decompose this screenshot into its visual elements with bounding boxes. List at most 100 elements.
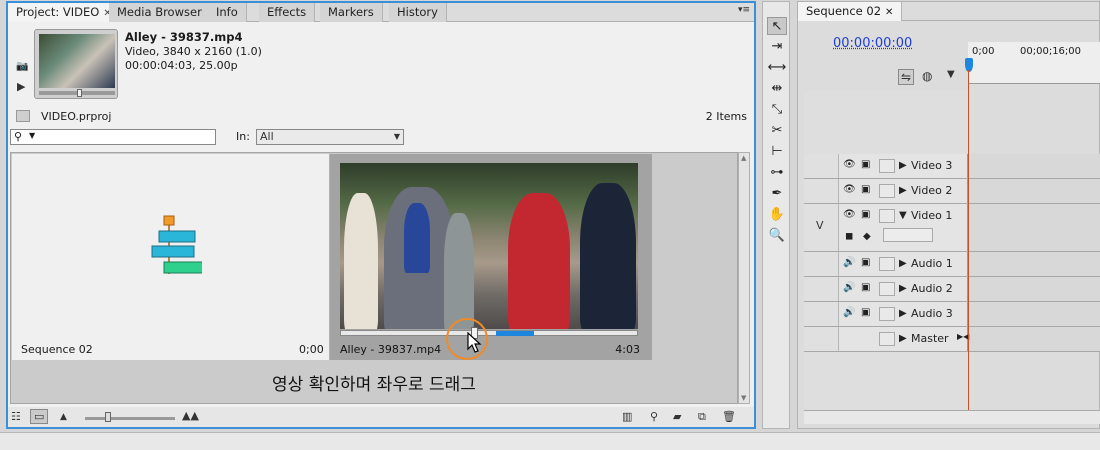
eye-icon[interactable]: 👁 <box>843 159 856 170</box>
speaker-icon[interactable]: 🔊 <box>843 307 855 318</box>
find-icon[interactable]: ⚲ <box>650 410 658 423</box>
zoom-in-icon[interactable]: ▲▲ <box>182 409 199 422</box>
track-lock-box[interactable] <box>879 209 895 223</box>
hand-tool-icon[interactable]: ✋ <box>767 206 787 224</box>
eye-icon[interactable]: 👁 <box>843 209 856 220</box>
search-input[interactable]: ⚲ ▼ <box>10 129 216 145</box>
track-lock-area[interactable] <box>804 277 838 301</box>
expand-icon[interactable]: ▶ <box>899 185 907 196</box>
track-lock-area[interactable] <box>804 154 838 178</box>
sync-lock-icon[interactable]: ▣ <box>861 282 870 293</box>
bin-item-clip[interactable]: Alley - 39837.mp4 4:03 <box>330 154 652 360</box>
automate-to-sequence-icon[interactable]: ▥ <box>622 410 632 423</box>
ripple-edit-tool-icon[interactable]: ⟷ <box>767 59 787 77</box>
poster-frame-icon[interactable]: 📷 <box>16 61 28 72</box>
track-header: 👁 ▣ ▼ Video 1 ◼ ◆ <box>838 204 968 251</box>
track-lock-box[interactable] <box>879 282 895 296</box>
track-lock-area[interactable]: V <box>804 204 838 251</box>
preview-scrub-handle[interactable] <box>77 89 82 97</box>
zoom-slider-track[interactable] <box>85 417 175 420</box>
track-lock-area[interactable] <box>804 302 838 326</box>
marker-icon[interactable]: ▼ <box>947 69 955 80</box>
tab-history[interactable]: History <box>389 3 447 22</box>
speaker-icon[interactable]: 🔊 <box>843 257 855 268</box>
bin-scrollbar[interactable]: ▲ ▼ <box>738 152 750 404</box>
person-shape <box>404 203 430 273</box>
rolling-edit-tool-icon[interactable]: ⇹ <box>767 80 787 98</box>
slide-tool-icon[interactable]: ⊶ <box>767 164 787 182</box>
track-lock-box[interactable] <box>879 159 895 173</box>
clip-thumbnail <box>340 163 638 329</box>
zoom-slider-handle[interactable] <box>105 412 111 422</box>
selection-tool-icon[interactable]: ↖ <box>767 17 787 35</box>
speaker-icon[interactable]: 🔊 <box>843 282 855 293</box>
panel-menu-icon[interactable]: ▾≡ <box>738 5 750 15</box>
expand-icon[interactable]: ▶ <box>899 333 907 344</box>
expand-icon[interactable]: ▶ <box>899 308 907 319</box>
bin-item-name: Sequence 02 <box>21 343 93 356</box>
track-lock-area[interactable] <box>804 179 838 203</box>
zoom-out-icon[interactable]: ▲ <box>60 412 67 422</box>
new-item-icon[interactable]: ⧉ <box>698 410 706 424</box>
display-style-icon[interactable]: ◼ <box>845 231 853 242</box>
expand-icon[interactable]: ▶ <box>899 258 907 269</box>
icon-view-icon[interactable]: ▭ <box>30 409 49 424</box>
close-icon[interactable]: ✕ <box>885 7 893 18</box>
bin-item-sequence[interactable]: Sequence 02 0;00 <box>12 154 330 360</box>
snap-icon[interactable]: ⇋ <box>898 69 915 85</box>
tab-project[interactable]: Project: VIDEO ✕ <box>8 3 121 22</box>
tab-info[interactable]: Info <box>208 3 247 22</box>
slip-tool-icon[interactable]: ⊢ <box>767 143 787 161</box>
eye-icon[interactable]: 👁 <box>843 184 856 195</box>
track-lock-area <box>804 327 838 351</box>
status-bar <box>0 432 1100 450</box>
tab-sequence[interactable]: Sequence 02 ✕ <box>798 2 903 21</box>
playhead-handle[interactable] <box>965 58 973 72</box>
trash-icon[interactable]: 🗑 <box>722 410 736 423</box>
expand-icon[interactable]: ▶ <box>899 283 907 294</box>
preview-image <box>39 34 115 88</box>
timeline-scrollbar[interactable] <box>804 410 1100 424</box>
sync-lock-icon[interactable]: ▣ <box>861 184 870 195</box>
pen-tool-icon[interactable]: ✒ <box>767 185 787 203</box>
track-name: Master <box>911 332 949 345</box>
track-lock-area[interactable] <box>804 252 838 276</box>
keyframe-nav[interactable] <box>883 228 933 242</box>
in-filter-select[interactable]: All ▼ <box>256 129 404 145</box>
expand-icon[interactable]: ▶ <box>899 160 907 171</box>
tab-media-browser[interactable]: Media Browser <box>109 3 211 22</box>
rate-stretch-tool-icon[interactable]: ⤡ <box>767 101 787 119</box>
in-out-icon[interactable]: ◍ <box>922 69 932 83</box>
mouse-cursor-icon <box>467 332 482 353</box>
time-ruler[interactable]: 0;00 00;00;16;00 <box>968 42 1100 84</box>
razor-tool-icon[interactable]: ✂ <box>767 122 787 140</box>
scroll-up-icon[interactable]: ▲ <box>741 154 746 162</box>
keyframe-icon[interactable]: ◆ <box>863 231 871 242</box>
tab-markers[interactable]: Markers <box>320 3 383 22</box>
sync-lock-icon[interactable]: ▣ <box>861 209 870 220</box>
collapse-icon[interactable]: ▼ <box>899 210 907 221</box>
project-bottom-toolbar: ☷ ▭ ▲ ▲▲ ▥ ⚲ ▰ ⧉ 🗑 <box>8 407 754 427</box>
sync-lock-icon[interactable]: ▣ <box>861 307 870 318</box>
track-lock-box[interactable] <box>879 307 895 321</box>
bin-item-duration: 4:03 <box>615 343 640 356</box>
sync-lock-icon[interactable]: ▣ <box>861 257 870 268</box>
ruler-label: 00;00;16;00 <box>1020 46 1082 57</box>
list-view-icon[interactable]: ☷ <box>11 410 21 423</box>
track-select-tool-icon[interactable]: ⇥ <box>767 38 787 56</box>
source-target-label[interactable]: V <box>816 219 824 232</box>
track-lock-box[interactable] <box>879 332 895 346</box>
play-icon[interactable]: ▶ <box>17 80 25 93</box>
clip-scrub-track[interactable] <box>340 330 638 336</box>
scroll-down-icon[interactable]: ▼ <box>741 394 746 402</box>
track-lock-box[interactable] <box>879 184 895 198</box>
track-lock-box[interactable] <box>879 257 895 271</box>
sync-lock-icon[interactable]: ▣ <box>861 159 870 170</box>
preview-thumbnail[interactable] <box>34 29 118 99</box>
chevron-down-icon[interactable]: ▼ <box>29 131 35 140</box>
bin-icon[interactable] <box>16 110 30 122</box>
new-bin-icon[interactable]: ▰ <box>673 410 681 423</box>
playhead-timecode[interactable]: 00:00:00:00 <box>833 36 912 51</box>
zoom-tool-icon[interactable]: 🔍 <box>767 227 787 245</box>
tab-effects[interactable]: Effects <box>259 3 316 22</box>
